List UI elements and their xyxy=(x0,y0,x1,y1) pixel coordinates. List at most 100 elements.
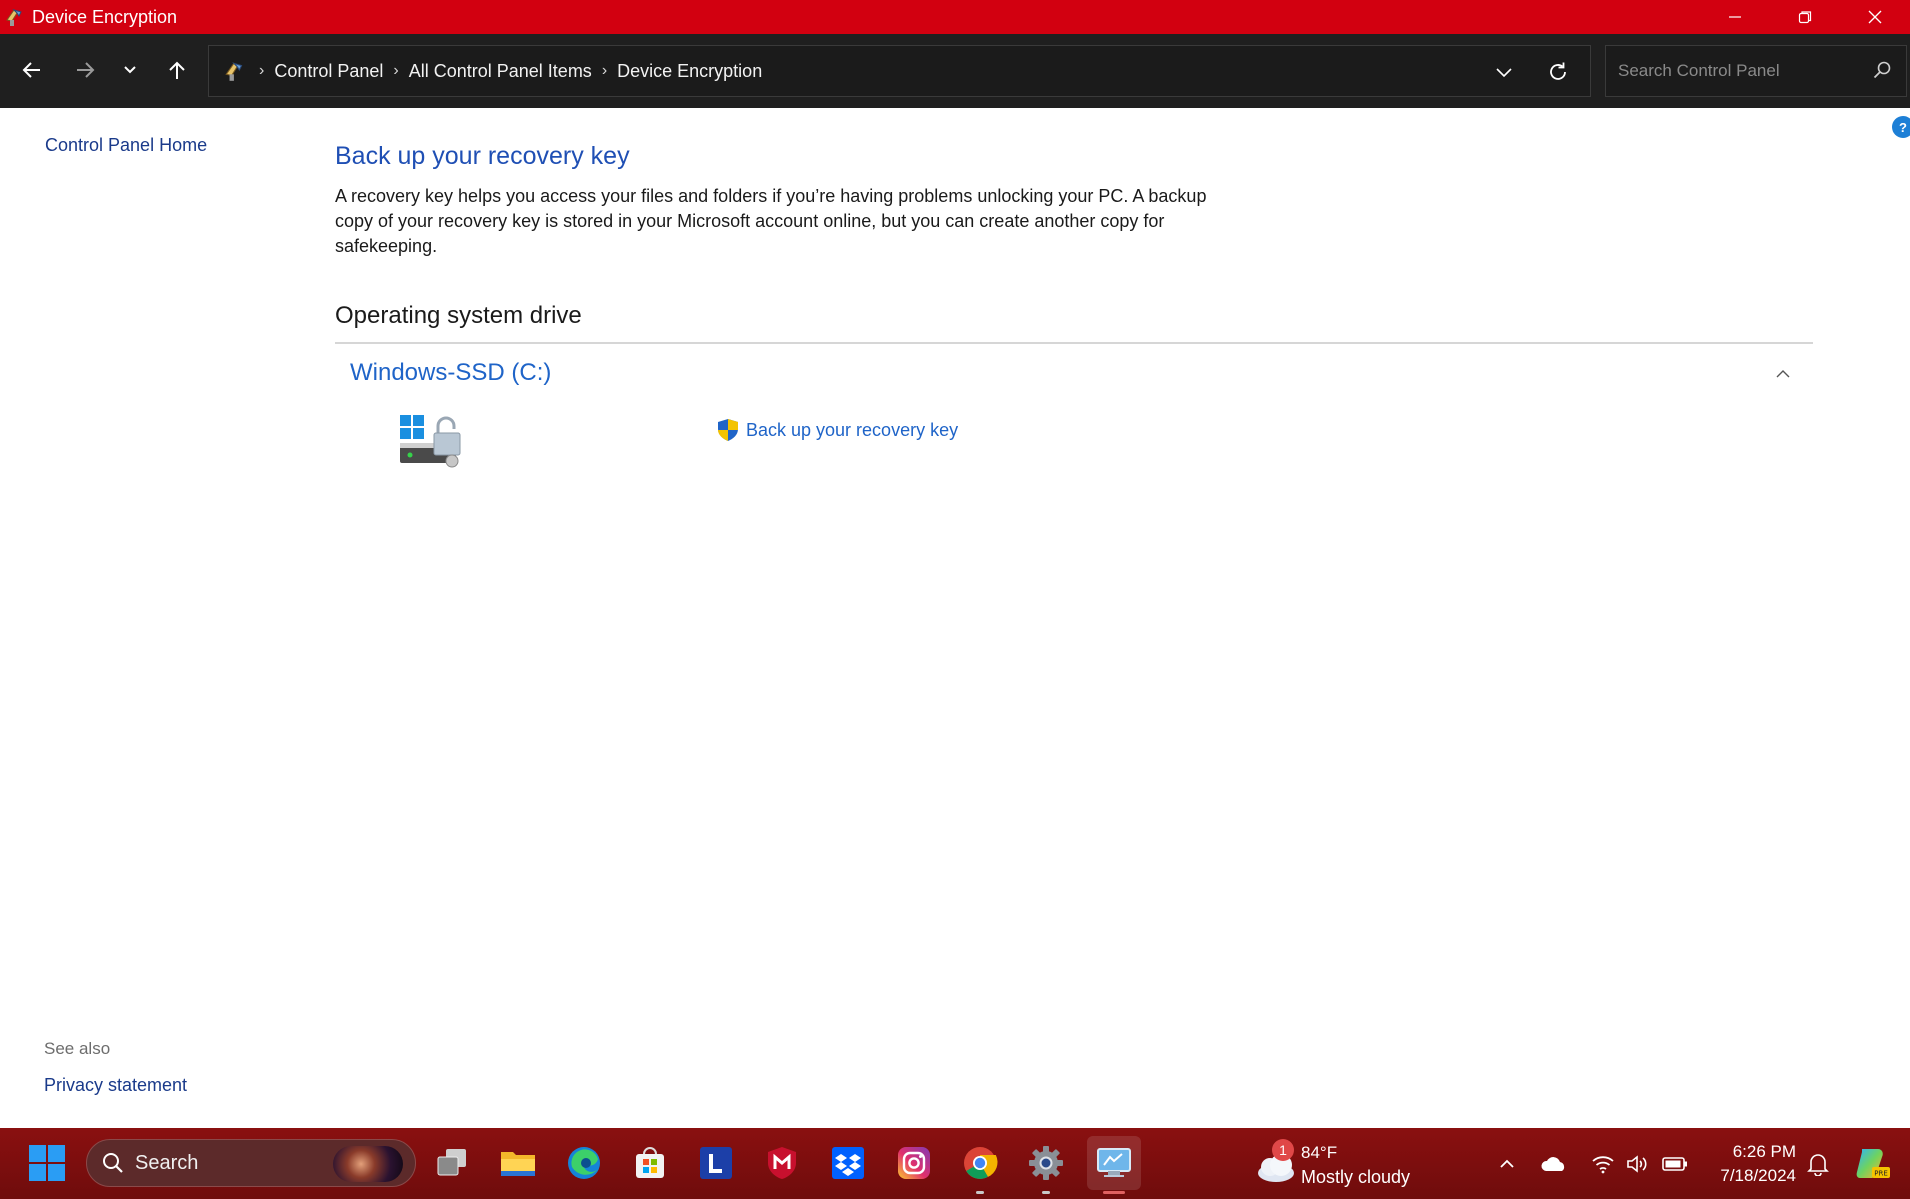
recent-locations-button[interactable] xyxy=(110,52,150,88)
privacy-statement-link[interactable]: Privacy statement xyxy=(44,1075,187,1096)
copilot-button[interactable]: PRE xyxy=(1853,1142,1893,1182)
copilot-icon: PRE xyxy=(1856,1149,1890,1178)
forward-button[interactable] xyxy=(65,52,105,88)
task-view-icon xyxy=(437,1149,466,1176)
running-indicator xyxy=(976,1191,984,1194)
speaker-icon xyxy=(1627,1155,1647,1173)
file-explorer-button[interactable] xyxy=(495,1140,541,1186)
section-divider xyxy=(335,342,1813,344)
taskbar-search-label: Search xyxy=(135,1151,199,1174)
clock-date: 7/18/2024 xyxy=(1720,1166,1796,1185)
control-panel-icon xyxy=(1097,1148,1131,1177)
weather-temperature: 84°F xyxy=(1301,1143,1338,1162)
window-title: Device Encryption xyxy=(32,6,178,27)
search-highlight-image xyxy=(333,1146,403,1182)
microsoft-store-button[interactable] xyxy=(627,1140,673,1186)
search-control-panel[interactable] xyxy=(1605,45,1907,97)
chrome-icon xyxy=(964,1147,998,1179)
back-button[interactable] xyxy=(12,52,52,88)
l-app-button[interactable] xyxy=(693,1140,739,1186)
mcafee-button[interactable] xyxy=(759,1140,805,1186)
see-also-label: See also xyxy=(44,1039,111,1058)
instagram-button[interactable] xyxy=(891,1140,937,1186)
restore-icon xyxy=(1798,11,1812,24)
active-window-indicator xyxy=(1103,1191,1125,1194)
notifications-button[interactable] xyxy=(1805,1151,1831,1177)
address-bar[interactable]: › Control Panel › All Control Panel Item… xyxy=(208,45,1591,97)
restore-button[interactable] xyxy=(1770,0,1840,34)
chevron-down-icon xyxy=(124,66,136,74)
search-input[interactable] xyxy=(1616,60,1866,82)
breadcrumb-device-encryption[interactable]: Device Encryption xyxy=(617,61,762,82)
chevron-right-icon: › xyxy=(393,62,399,79)
arrow-right-icon xyxy=(77,62,95,78)
encrypted-drive-icon xyxy=(398,413,470,473)
search-icon[interactable] xyxy=(1872,60,1892,80)
store-icon xyxy=(636,1147,664,1178)
volume-tray-button[interactable] xyxy=(1624,1151,1650,1177)
weather-widget[interactable]: 1 84°F Mostly cloudy xyxy=(1252,1137,1432,1191)
battery-tray-button[interactable] xyxy=(1662,1151,1688,1177)
control-panel-icon xyxy=(221,57,249,85)
bell-icon xyxy=(1807,1154,1829,1176)
address-history-button[interactable] xyxy=(1486,54,1522,90)
control-panel-home-link[interactable]: Control Panel Home xyxy=(45,135,207,156)
clock-time: 6:26 PM xyxy=(1732,1142,1796,1161)
chevron-down-icon xyxy=(1496,68,1512,78)
control-panel-taskbar-button[interactable] xyxy=(1087,1136,1141,1194)
weather-condition: Mostly cloudy xyxy=(1301,1167,1411,1187)
dropbox-button[interactable] xyxy=(825,1140,871,1186)
back-up-recovery-key-link[interactable]: Back up your recovery key xyxy=(716,418,958,442)
refresh-icon xyxy=(1550,62,1566,80)
onedrive-tray-button[interactable] xyxy=(1541,1151,1567,1177)
close-icon xyxy=(1868,10,1882,24)
back-up-recovery-key-label[interactable]: Back up your recovery key xyxy=(746,420,958,441)
chevron-right-icon: › xyxy=(601,62,608,79)
help-icon[interactable]: ? xyxy=(1892,116,1910,138)
system-clock[interactable]: 6:26 PM 7/18/2024 xyxy=(1700,1140,1796,1188)
settings-button[interactable] xyxy=(1023,1140,1069,1194)
weather-alert-badge: 1 xyxy=(1272,1139,1294,1161)
network-tray-button[interactable] xyxy=(1590,1151,1616,1177)
minimize-button[interactable] xyxy=(1700,0,1770,34)
start-button[interactable] xyxy=(28,1144,68,1184)
taskbar: Search 1 84°F Mostly cloudy 6:26 PM 7/18… xyxy=(0,1128,1910,1199)
collapse-drive-button[interactable] xyxy=(1768,359,1798,389)
folder-icon xyxy=(501,1152,535,1176)
arrow-left-icon xyxy=(22,62,40,78)
breadcrumb-control-panel[interactable]: Control Panel xyxy=(274,61,383,82)
show-hidden-icons-button[interactable] xyxy=(1494,1151,1520,1177)
edge-button[interactable] xyxy=(561,1140,607,1186)
wifi-icon xyxy=(1592,1156,1614,1174)
navigation-bar: › Control Panel › All Control Panel Item… xyxy=(0,34,1910,108)
task-view-button[interactable] xyxy=(429,1140,475,1186)
dropbox-icon xyxy=(832,1147,864,1179)
uac-shield-icon xyxy=(718,419,738,441)
chevron-right-icon: › xyxy=(259,62,265,79)
edge-icon xyxy=(568,1147,600,1179)
chrome-button[interactable] xyxy=(957,1140,1003,1194)
instagram-icon xyxy=(898,1147,930,1179)
arrow-up-icon xyxy=(169,61,185,79)
svg-text:PRE: PRE xyxy=(1874,1170,1888,1178)
running-indicator xyxy=(1042,1191,1050,1194)
chevron-up-icon xyxy=(1776,370,1790,378)
chevron-up-icon xyxy=(1500,1159,1514,1168)
window-controls xyxy=(1700,0,1910,34)
onedrive-cloud-icon xyxy=(1541,1157,1565,1171)
battery-icon xyxy=(1662,1157,1687,1171)
mcafee-shield-icon xyxy=(768,1147,796,1179)
page-description: A recovery key helps you access your fil… xyxy=(335,186,1207,256)
l-app-icon xyxy=(700,1147,732,1179)
breadcrumb-all-items[interactable]: All Control Panel Items xyxy=(409,61,592,82)
close-button[interactable] xyxy=(1840,0,1910,34)
refresh-button[interactable] xyxy=(1540,54,1576,90)
search-icon xyxy=(103,1153,123,1173)
taskbar-search[interactable]: Search xyxy=(86,1139,416,1187)
section-title: Operating system drive xyxy=(335,302,582,329)
minimize-icon xyxy=(1729,16,1741,18)
drive-name: Windows-SSD (C:) xyxy=(350,359,552,386)
page-title: Back up your recovery key xyxy=(335,142,630,170)
device-encryption-app-icon xyxy=(2,4,28,30)
up-button[interactable] xyxy=(157,52,197,88)
